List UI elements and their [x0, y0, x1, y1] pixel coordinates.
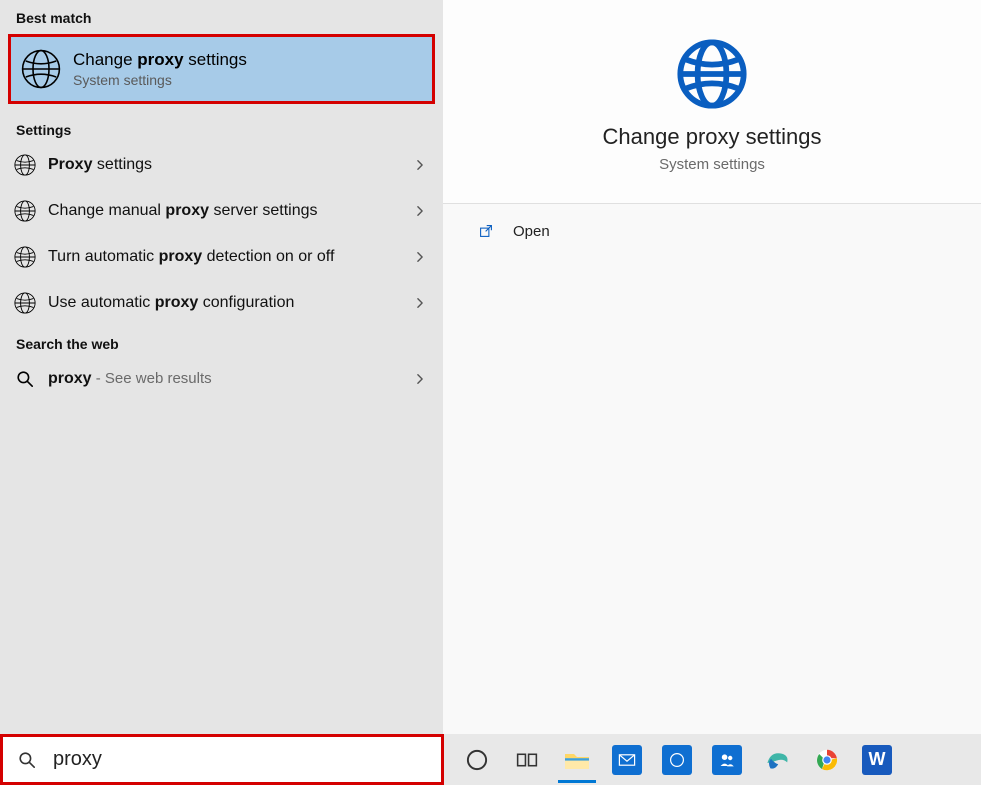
section-web: Search the web	[0, 326, 443, 356]
globe-icon	[14, 200, 36, 222]
globe-icon	[676, 38, 748, 110]
taskbar: W	[444, 734, 981, 785]
edge-icon[interactable]	[754, 740, 800, 780]
best-match-title: Change proxy settings	[73, 50, 247, 70]
contacts-icon[interactable]	[704, 740, 750, 780]
chevron-right-icon[interactable]	[413, 250, 427, 264]
result-label: Proxy settings	[48, 154, 405, 176]
globe-icon	[14, 292, 36, 314]
dell-app-icon[interactable]	[654, 740, 700, 780]
results-pane: Best match Change proxy settings System …	[0, 0, 443, 734]
preview-pane: Change proxy settings System settings Op…	[443, 0, 981, 734]
chevron-right-icon[interactable]	[413, 372, 427, 386]
cortana-icon[interactable]	[454, 740, 500, 780]
settings-result-proxy-settings[interactable]: Proxy settings	[0, 142, 443, 188]
result-label: Turn automatic proxy detection on or off	[48, 246, 405, 268]
open-label: Open	[513, 223, 550, 240]
chevron-right-icon[interactable]	[413, 158, 427, 172]
globe-icon	[14, 246, 36, 268]
preview-title: Change proxy settings	[443, 124, 981, 150]
preview-subtitle: System settings	[443, 156, 981, 173]
best-match-result[interactable]: Change proxy settings System settings	[8, 34, 435, 104]
best-match-text: Change proxy settings System settings	[73, 50, 247, 88]
taskbar-search-box[interactable]	[0, 734, 444, 785]
chevron-right-icon[interactable]	[413, 296, 427, 310]
chrome-icon[interactable]	[804, 740, 850, 780]
best-match-subtitle: System settings	[73, 72, 247, 88]
section-best-match: Best match	[0, 0, 443, 30]
settings-result-auto-detection[interactable]: Turn automatic proxy detection on or off	[0, 234, 443, 280]
result-label: Use automatic proxy configuration	[48, 292, 405, 314]
search-input[interactable]	[51, 747, 431, 772]
open-icon	[477, 222, 495, 240]
search-icon	[17, 750, 37, 770]
result-label: proxy - See web results	[48, 368, 405, 390]
task-view-icon[interactable]	[504, 740, 550, 780]
settings-result-auto-config[interactable]: Use automatic proxy configuration	[0, 280, 443, 326]
web-result-proxy[interactable]: proxy - See web results	[0, 356, 443, 402]
start-search-panel: Best match Change proxy settings System …	[0, 0, 981, 734]
mail-icon[interactable]	[604, 740, 650, 780]
preview-open-action[interactable]: Open	[443, 204, 981, 258]
result-label: Change manual proxy server settings	[48, 200, 405, 222]
word-icon[interactable]: W	[854, 740, 900, 780]
settings-result-manual-proxy[interactable]: Change manual proxy server settings	[0, 188, 443, 234]
globe-icon	[21, 49, 61, 89]
globe-icon	[14, 154, 36, 176]
section-settings: Settings	[0, 112, 443, 142]
preview-hero: Change proxy settings System settings	[443, 0, 981, 204]
chevron-right-icon[interactable]	[413, 204, 427, 218]
search-icon	[14, 368, 36, 390]
file-explorer-icon[interactable]	[554, 740, 600, 780]
